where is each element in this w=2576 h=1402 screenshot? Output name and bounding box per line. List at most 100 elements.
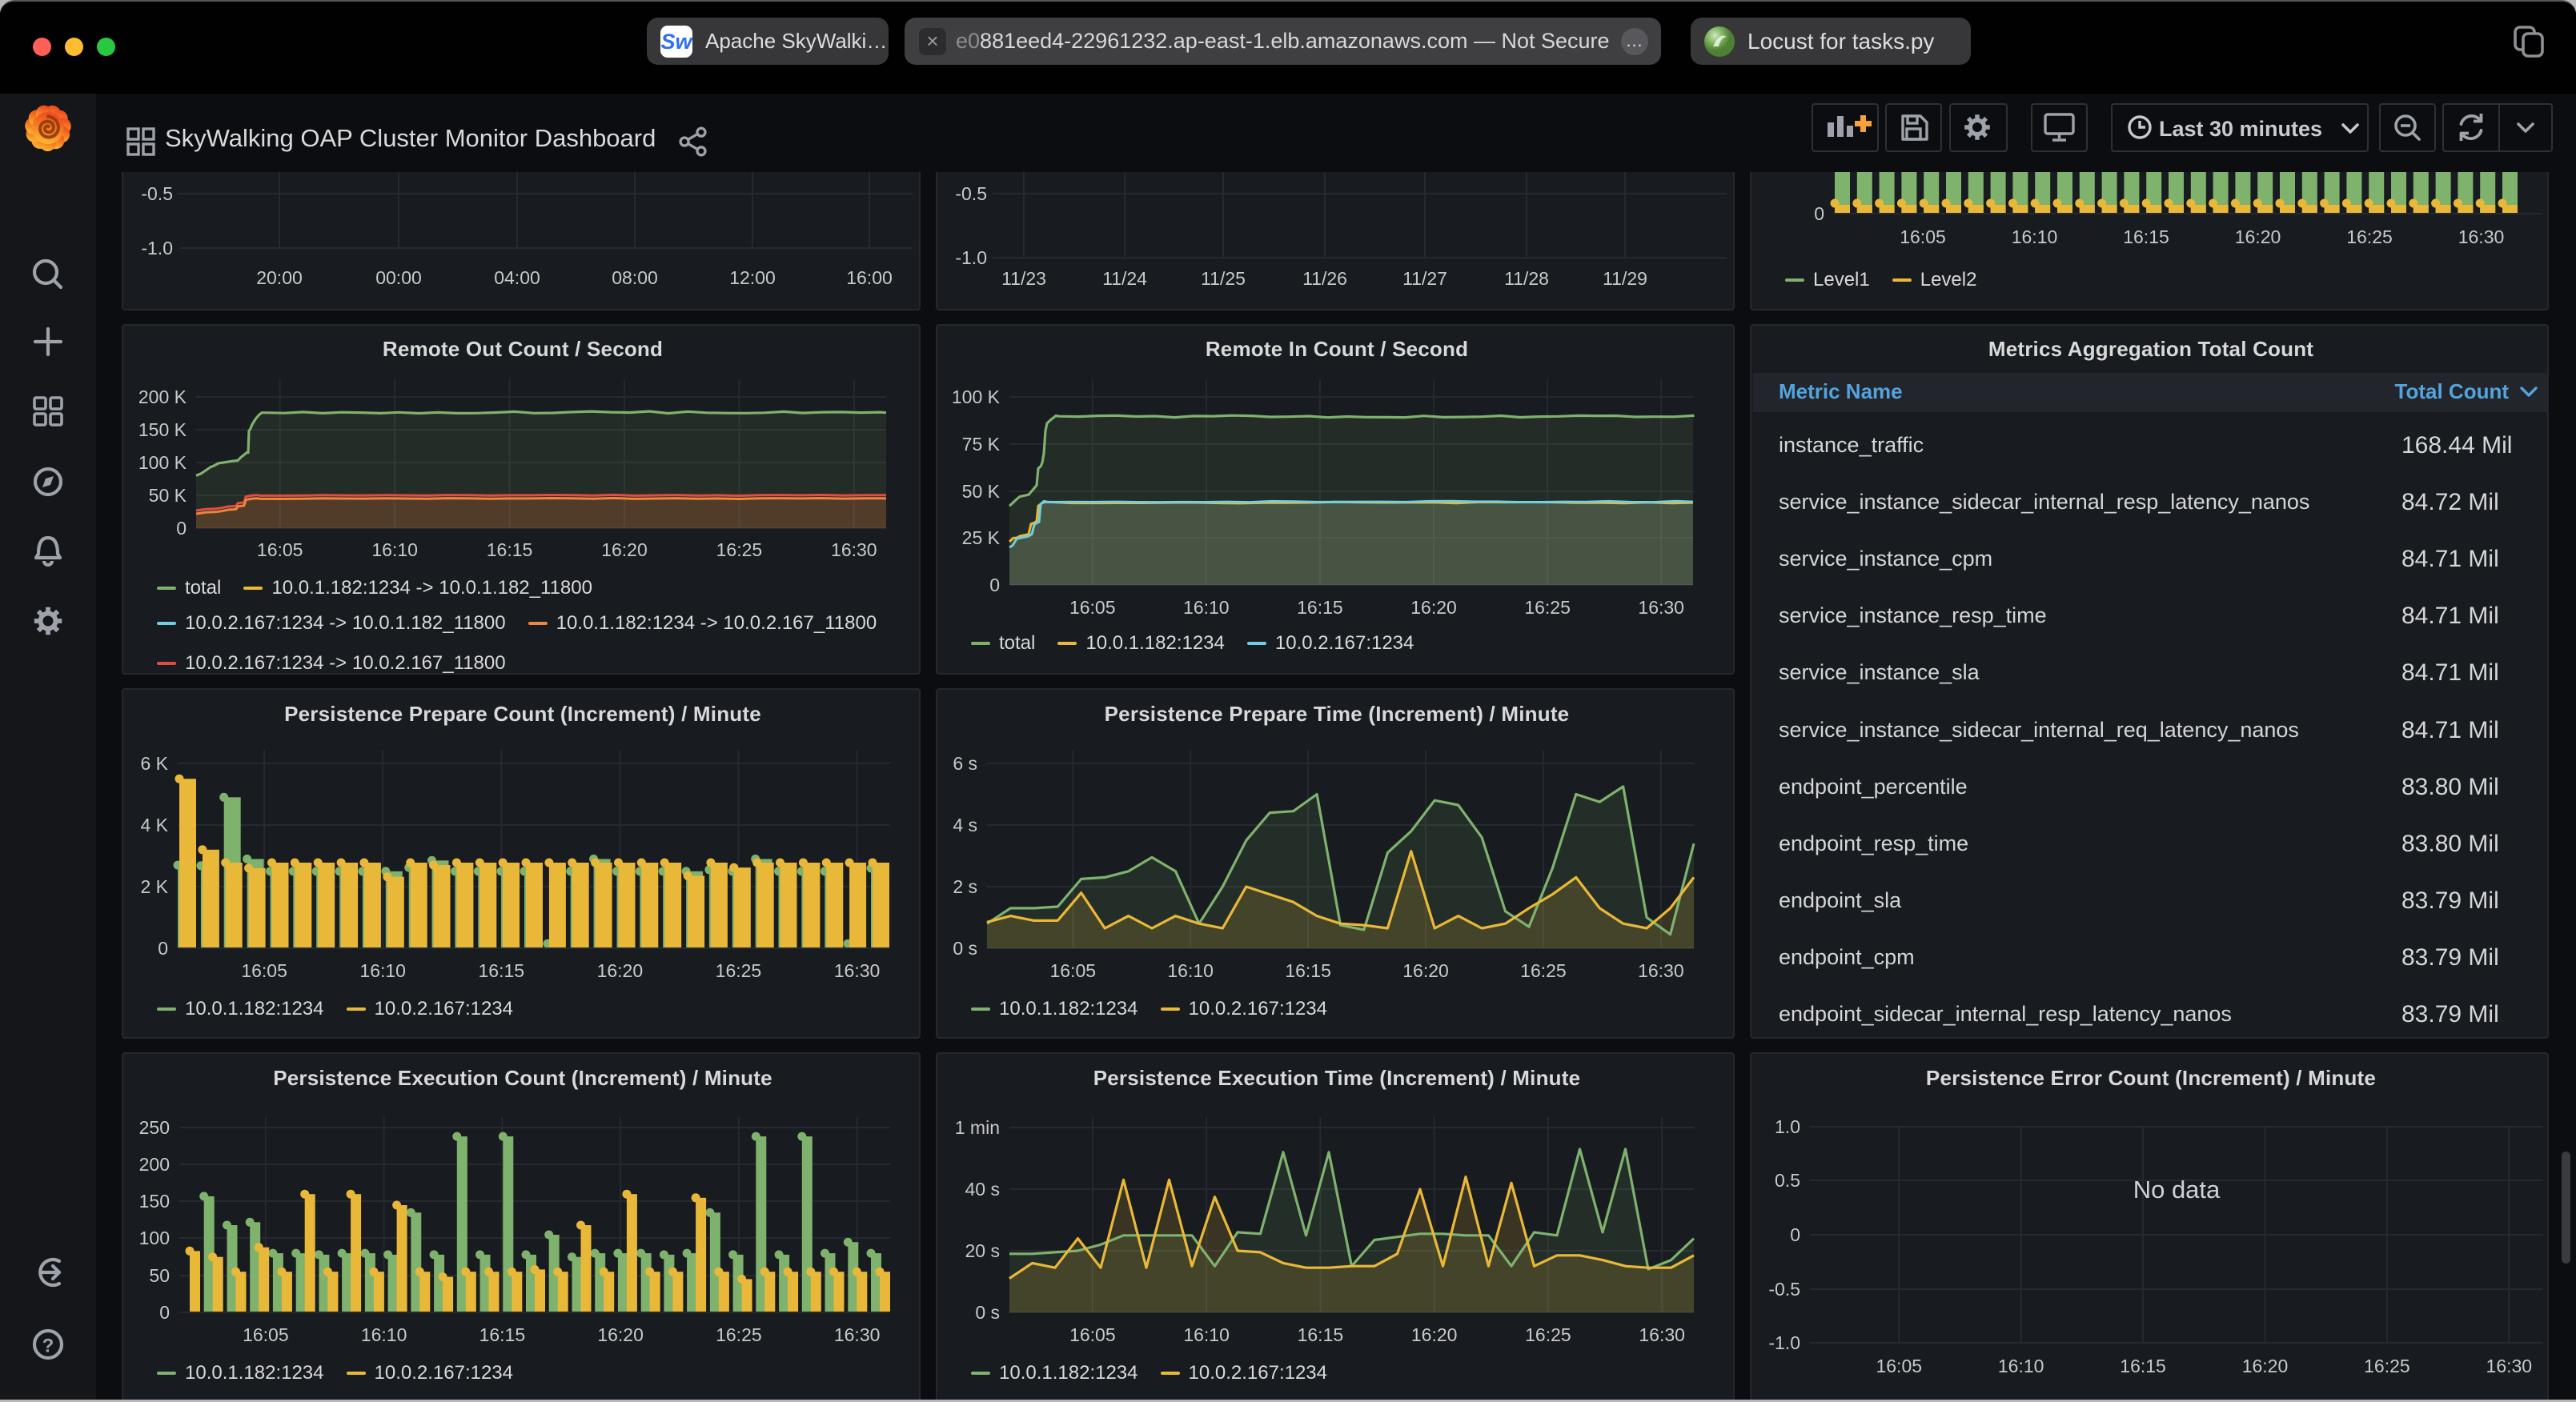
svg-text:16:05: 16:05 bbox=[257, 539, 303, 560]
svg-text:16:25: 16:25 bbox=[716, 539, 763, 560]
svg-text:0: 0 bbox=[158, 938, 168, 959]
svg-text:250: 250 bbox=[139, 1117, 170, 1138]
svg-text:16:15: 16:15 bbox=[478, 960, 524, 981]
svg-text:16:15: 16:15 bbox=[2123, 226, 2169, 247]
svg-text:0: 0 bbox=[1814, 203, 1824, 224]
svg-text:16:25: 16:25 bbox=[1520, 960, 1567, 981]
svg-text:11/29: 11/29 bbox=[1603, 268, 1647, 289]
svg-text:200 K: 200 K bbox=[138, 387, 187, 407]
svg-text:16:20: 16:20 bbox=[2235, 226, 2281, 247]
svg-text:16:05: 16:05 bbox=[243, 1324, 289, 1345]
svg-text:-1.0: -1.0 bbox=[141, 238, 173, 258]
svg-text:40 s: 40 s bbox=[965, 1179, 1000, 1200]
svg-text:20 s: 20 s bbox=[965, 1240, 1000, 1261]
svg-text:16:25: 16:25 bbox=[2364, 1356, 2410, 1376]
svg-text:Last 30 minutes: Last 30 minutes bbox=[2159, 117, 2322, 141]
svg-text:16:05: 16:05 bbox=[1900, 226, 1946, 247]
svg-text:100: 100 bbox=[139, 1228, 170, 1248]
svg-text:16:15: 16:15 bbox=[2120, 1356, 2166, 1376]
svg-text:16:25: 16:25 bbox=[1524, 597, 1571, 618]
svg-text:2 s: 2 s bbox=[953, 876, 977, 897]
svg-text:16:25: 16:25 bbox=[2346, 226, 2393, 247]
svg-text:0.5: 0.5 bbox=[1775, 1170, 1800, 1191]
svg-text:11/25: 11/25 bbox=[1201, 268, 1246, 289]
svg-text:16:10: 16:10 bbox=[359, 960, 406, 981]
svg-text:16:20: 16:20 bbox=[597, 1324, 644, 1345]
svg-text:-0.5: -0.5 bbox=[141, 183, 173, 204]
svg-text:200: 200 bbox=[139, 1154, 170, 1175]
svg-text:0: 0 bbox=[176, 518, 187, 539]
svg-text:16:30: 16:30 bbox=[831, 539, 877, 560]
svg-text:04:00: 04:00 bbox=[494, 267, 540, 288]
svg-text:1.0: 1.0 bbox=[1775, 1116, 1800, 1137]
svg-text:16:20: 16:20 bbox=[1411, 1324, 1458, 1345]
svg-text:16:25: 16:25 bbox=[716, 960, 762, 981]
svg-text:16:10: 16:10 bbox=[371, 539, 418, 560]
svg-text:16:25: 16:25 bbox=[716, 1324, 762, 1345]
svg-text:16:10: 16:10 bbox=[361, 1324, 407, 1345]
svg-text:16:10: 16:10 bbox=[1998, 1356, 2044, 1376]
svg-text:0 s: 0 s bbox=[953, 938, 977, 959]
svg-text:16:15: 16:15 bbox=[1298, 1324, 1344, 1345]
svg-text:16:30: 16:30 bbox=[1639, 1324, 1685, 1345]
svg-text:16:05: 16:05 bbox=[1069, 1324, 1116, 1345]
svg-text:4 K: 4 K bbox=[140, 815, 168, 835]
svg-text:16:20: 16:20 bbox=[2242, 1356, 2289, 1376]
svg-text:16:30: 16:30 bbox=[2458, 226, 2505, 247]
svg-text:16:05: 16:05 bbox=[1069, 597, 1116, 618]
svg-text:16:20: 16:20 bbox=[597, 960, 644, 981]
svg-text:11/28: 11/28 bbox=[1504, 268, 1549, 289]
svg-text:11/26: 11/26 bbox=[1302, 268, 1347, 289]
svg-text:100 K: 100 K bbox=[952, 387, 1001, 407]
svg-text:1 min: 1 min bbox=[955, 1117, 1000, 1138]
svg-text:25 K: 25 K bbox=[962, 527, 1001, 548]
svg-text:08:00: 08:00 bbox=[612, 267, 658, 288]
svg-text:16:10: 16:10 bbox=[2012, 226, 2058, 247]
svg-text:16:15: 16:15 bbox=[487, 539, 533, 560]
svg-text:0 s: 0 s bbox=[975, 1302, 1000, 1323]
svg-text:16:05: 16:05 bbox=[1876, 1356, 1922, 1376]
svg-text:-0.5: -0.5 bbox=[1768, 1279, 1800, 1300]
svg-text:16:30: 16:30 bbox=[834, 960, 881, 981]
svg-text:16:20: 16:20 bbox=[1402, 960, 1449, 981]
svg-text:6 K: 6 K bbox=[140, 753, 168, 774]
svg-text:No data: No data bbox=[2133, 1176, 2221, 1204]
svg-text:100 K: 100 K bbox=[138, 452, 187, 473]
svg-text:150: 150 bbox=[139, 1191, 170, 1212]
svg-text:16:15: 16:15 bbox=[1285, 960, 1331, 981]
svg-text:0: 0 bbox=[989, 575, 1000, 595]
svg-text:4 s: 4 s bbox=[953, 815, 977, 835]
svg-text:16:10: 16:10 bbox=[1183, 1324, 1230, 1345]
svg-text:50: 50 bbox=[149, 1265, 170, 1286]
svg-text:16:30: 16:30 bbox=[2486, 1356, 2533, 1376]
svg-text:150 K: 150 K bbox=[138, 419, 187, 440]
svg-text:2 K: 2 K bbox=[140, 876, 168, 897]
svg-text:16:15: 16:15 bbox=[1297, 597, 1343, 618]
svg-text:0: 0 bbox=[1790, 1224, 1800, 1245]
svg-text:16:25: 16:25 bbox=[1525, 1324, 1571, 1345]
svg-text:50 K: 50 K bbox=[149, 485, 187, 506]
svg-text:11/23: 11/23 bbox=[1001, 268, 1046, 289]
svg-text:16:05: 16:05 bbox=[1049, 960, 1096, 981]
svg-text:16:10: 16:10 bbox=[1183, 597, 1230, 618]
svg-text:-0.5: -0.5 bbox=[955, 183, 987, 204]
svg-text:16:20: 16:20 bbox=[1410, 597, 1457, 618]
svg-text:16:05: 16:05 bbox=[241, 960, 287, 981]
svg-text:-1.0: -1.0 bbox=[1768, 1332, 1800, 1353]
svg-text:11/27: 11/27 bbox=[1402, 268, 1447, 289]
svg-text:20:00: 20:00 bbox=[256, 267, 303, 288]
svg-text:16:00: 16:00 bbox=[846, 267, 893, 288]
svg-text:16:20: 16:20 bbox=[601, 539, 648, 560]
svg-text:16:10: 16:10 bbox=[1167, 960, 1214, 981]
svg-text:16:30: 16:30 bbox=[1638, 960, 1684, 981]
svg-text:12:00: 12:00 bbox=[729, 267, 776, 288]
svg-text:16:30: 16:30 bbox=[834, 1324, 881, 1345]
svg-text:0: 0 bbox=[159, 1302, 170, 1323]
svg-text:50 K: 50 K bbox=[962, 481, 1001, 502]
svg-text:16:30: 16:30 bbox=[1638, 597, 1684, 618]
svg-text:75 K: 75 K bbox=[962, 434, 1001, 455]
svg-text:16:15: 16:15 bbox=[479, 1324, 526, 1345]
svg-text:-1.0: -1.0 bbox=[955, 247, 987, 268]
svg-text:11/24: 11/24 bbox=[1102, 268, 1147, 289]
svg-text:00:00: 00:00 bbox=[375, 267, 422, 288]
